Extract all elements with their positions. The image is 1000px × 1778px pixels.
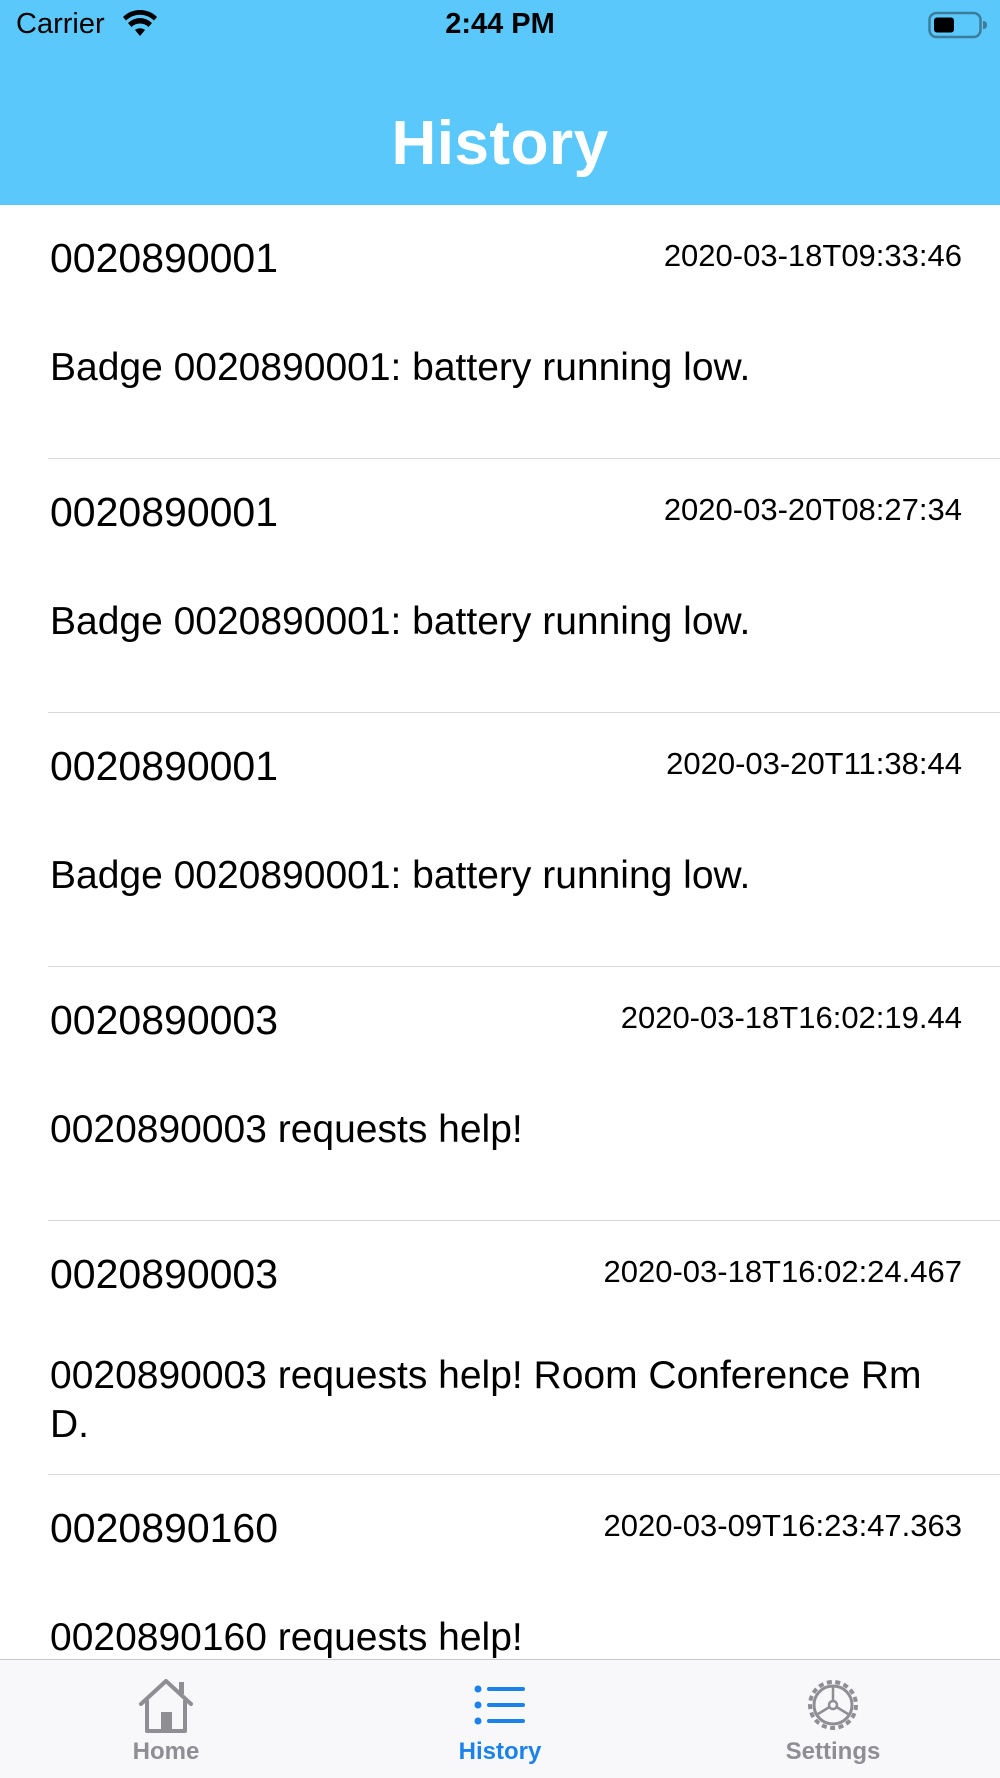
badge-id: 0020890001 [50, 743, 279, 789]
list-icon [474, 1685, 525, 1725]
history-row[interactable]: 0020890160 2020-03-09T16:23:47.363 00208… [48, 1475, 1000, 1659]
timestamp: 2020-03-18T09:33:46 [663, 238, 962, 273]
message: Badge 0020890001: battery running low. [50, 346, 751, 389]
tab-history-label: History [458, 1738, 542, 1765]
gear-icon [808, 1680, 858, 1730]
badge-id: 0020890160 [50, 1505, 279, 1551]
badge-id: 0020890001 [50, 235, 279, 281]
history-row[interactable]: 0020890001 2020-03-20T08:27:34 Badge 002… [48, 459, 1000, 713]
status-time: 2:44 PM [445, 8, 555, 40]
timestamp: 2020-03-20T08:27:34 [663, 492, 962, 527]
timestamp: 2020-03-20T11:38:44 [666, 746, 962, 781]
tab-settings[interactable]: Settings [733, 1660, 933, 1778]
tab-home-label: Home [132, 1738, 200, 1765]
history-row[interactable]: 0020890001 2020-03-18T09:33:46 Badge 002… [48, 205, 1000, 459]
battery-icon [928, 11, 987, 39]
timestamp: 2020-03-09T16:23:47.363 [603, 1508, 962, 1543]
header: Carrier 2:44 PM History [0, 0, 1000, 205]
history-row[interactable]: 0020890003 2020-03-18T16:02:24.467 00208… [48, 1221, 1000, 1475]
history-row[interactable]: 0020890001 2020-03-20T11:38:44 Badge 002… [48, 713, 1000, 967]
tab-settings-label: Settings [785, 1738, 881, 1765]
badge-id: 0020890003 [50, 1251, 279, 1297]
status-bar: Carrier 2:44 PM [0, 0, 1000, 52]
message: Badge 0020890001: battery running low. [50, 600, 751, 643]
message: 0020890003 requests help! [50, 1108, 523, 1151]
badge-id: 0020890003 [50, 997, 279, 1043]
page-title: History [391, 109, 609, 178]
tab-home[interactable]: Home [66, 1660, 266, 1778]
tab-history[interactable]: History [400, 1660, 600, 1778]
history-row[interactable]: 0020890003 2020-03-18T16:02:19.44 002089… [48, 967, 1000, 1221]
message: Badge 0020890001: battery running low. [50, 854, 751, 897]
history-list[interactable]: 0020890001 2020-03-18T09:33:46 Badge 002… [0, 205, 1000, 1659]
timestamp: 2020-03-18T16:02:19.44 [620, 1000, 962, 1035]
message: 0020890160 requests help! [50, 1616, 523, 1659]
timestamp: 2020-03-18T16:02:24.467 [603, 1254, 962, 1289]
badge-id: 0020890001 [50, 489, 279, 535]
home-icon [139, 1679, 193, 1733]
tab-bar: Home History Settings [0, 1659, 1000, 1778]
message: 0020890003 requests help! Room Conferenc… [50, 1354, 922, 1446]
